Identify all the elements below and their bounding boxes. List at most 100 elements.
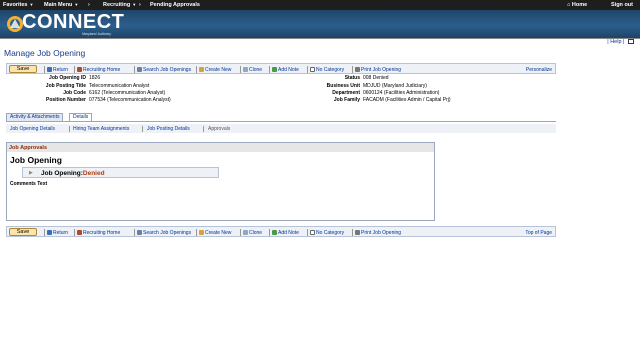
top-toolbar: Save Return Recruiting Home Search Job O… bbox=[6, 63, 556, 74]
add-note-link[interactable]: Add Note bbox=[272, 66, 299, 73]
job-code: 6162 (Telecommunication Analyst) bbox=[89, 90, 166, 96]
main-menu[interactable]: Main Menu ▼ bbox=[44, 2, 78, 8]
divider bbox=[134, 229, 135, 236]
detail-subnav: Job Opening Details Hiring Team Assignme… bbox=[6, 124, 556, 133]
clone-icon bbox=[243, 66, 248, 72]
header-banner: CONNECT Maryland Judiciary bbox=[0, 10, 640, 38]
business-unit-label: Business Unit bbox=[326, 83, 360, 89]
job-approvals-header: Job Approvals bbox=[7, 143, 434, 152]
personalize-link[interactable]: Personalize bbox=[526, 67, 552, 73]
divider bbox=[269, 229, 270, 236]
home-icon: ⌂ bbox=[567, 2, 571, 8]
create-new-link[interactable]: Create New bbox=[199, 229, 231, 236]
status-label: Status bbox=[344, 75, 360, 81]
position-number: 077534 (Telecommunication Analyst) bbox=[89, 97, 171, 103]
search-icon bbox=[137, 66, 142, 72]
no-category-link[interactable]: No Category bbox=[310, 229, 344, 236]
return-link[interactable]: Return bbox=[47, 66, 68, 73]
add-note-icon bbox=[272, 66, 277, 72]
category-icon bbox=[310, 66, 315, 72]
print-icon bbox=[355, 229, 360, 235]
banner-divider bbox=[0, 38, 640, 39]
divider bbox=[196, 229, 197, 236]
divider bbox=[44, 229, 45, 236]
breadcrumb-pending-approvals[interactable]: Pending Approvals bbox=[150, 2, 200, 8]
clone-link[interactable]: Clone bbox=[243, 66, 262, 73]
clone-icon bbox=[243, 229, 248, 235]
department-label: Department bbox=[332, 90, 360, 96]
breadcrumb-separator: › bbox=[139, 2, 141, 8]
breadcrumb-recruiting[interactable]: Recruiting ▼ bbox=[103, 2, 136, 8]
top-nav-bar: Favorites ▼ Main Menu ▼ › Recruiting ▼ › Pe… bbox=[0, 0, 640, 10]
save-button[interactable]: Save bbox=[9, 64, 37, 73]
arrow-left-icon bbox=[47, 66, 52, 72]
print-job-opening-link[interactable]: Print Job Opening bbox=[355, 66, 401, 73]
help-area: | Help | bbox=[607, 39, 634, 45]
divider bbox=[74, 229, 75, 236]
add-note-link[interactable]: Add Note bbox=[272, 229, 299, 236]
logo-tagline: Maryland Judiciary bbox=[82, 32, 112, 36]
divider bbox=[142, 125, 143, 132]
job-opening-id-label: Job Opening ID bbox=[49, 75, 86, 81]
job-code-label: Job Code bbox=[63, 90, 86, 96]
top-of-page-link[interactable]: Top of Page bbox=[525, 230, 552, 236]
job-family: FACADM (Facilities Admin / Capital Prj) bbox=[363, 97, 451, 103]
recruiting-home-link[interactable]: Recruiting Home bbox=[77, 66, 120, 73]
comments-label: Comments Text bbox=[10, 181, 48, 187]
divider bbox=[240, 229, 241, 236]
divider bbox=[134, 66, 135, 73]
subnav-hiring-team[interactable]: Hiring Team Assignments bbox=[73, 126, 129, 132]
tab-details[interactable]: Details bbox=[69, 113, 93, 121]
divider bbox=[307, 229, 308, 236]
divider bbox=[69, 125, 70, 132]
business-unit: MDJUD (Maryland Judiciary) bbox=[363, 83, 427, 89]
print-icon bbox=[355, 66, 360, 72]
divider bbox=[240, 66, 241, 73]
page-title: Manage Job Opening bbox=[4, 48, 86, 58]
help-link[interactable]: Help bbox=[610, 39, 621, 45]
department: 0600124 (Facilities Administration) bbox=[363, 90, 440, 96]
arrow-left-icon bbox=[47, 229, 52, 235]
expand-icon[interactable]: ▶ bbox=[29, 170, 33, 176]
clone-link[interactable]: Clone bbox=[243, 229, 262, 236]
divider bbox=[74, 66, 75, 73]
recruiting-home-link[interactable]: Recruiting Home bbox=[77, 229, 120, 236]
add-note-icon bbox=[272, 229, 277, 235]
divider bbox=[44, 66, 45, 73]
search-job-openings-link[interactable]: Search Job Openings bbox=[137, 229, 191, 236]
search-job-openings-link[interactable]: Search Job Openings bbox=[137, 66, 191, 73]
subnav-job-opening-details[interactable]: Job Opening Details bbox=[10, 126, 55, 132]
connect-logo: CONNECT bbox=[22, 11, 125, 33]
divider bbox=[352, 66, 353, 73]
job-opening-heading: Job Opening bbox=[10, 155, 62, 165]
print-job-opening-link[interactable]: Print Job Opening bbox=[355, 229, 401, 236]
home-link[interactable]: ⌂ Home bbox=[567, 2, 587, 8]
subnav-approvals[interactable]: Approvals bbox=[208, 126, 230, 132]
create-icon bbox=[199, 229, 204, 235]
tab-activity-attachments[interactable]: Activity & Attachments bbox=[6, 113, 64, 121]
return-link[interactable]: Return bbox=[47, 229, 68, 236]
divider bbox=[203, 125, 204, 132]
breadcrumb-separator: › bbox=[88, 2, 90, 8]
no-category-link[interactable]: No Category bbox=[310, 66, 344, 73]
status-value: 008 Denied bbox=[363, 75, 389, 81]
create-new-link[interactable]: Create New bbox=[199, 66, 231, 73]
job-opening-approval-row[interactable]: ▶ Job Opening:Denied bbox=[22, 167, 219, 178]
divider bbox=[352, 229, 353, 236]
create-icon bbox=[199, 66, 204, 72]
divider bbox=[307, 66, 308, 73]
job-approvals-panel: Job Approvals Job Opening ▶ Job Opening:… bbox=[6, 142, 435, 221]
favorites-menu[interactable]: Favorites ▼ bbox=[3, 2, 33, 8]
divider bbox=[196, 66, 197, 73]
sign-out-link[interactable]: Sign out bbox=[611, 2, 633, 8]
save-button[interactable]: Save bbox=[9, 227, 37, 236]
new-window-icon[interactable] bbox=[628, 39, 634, 45]
category-icon bbox=[310, 229, 315, 235]
home-icon bbox=[77, 66, 82, 72]
tab-divider bbox=[6, 121, 556, 122]
divider bbox=[269, 66, 270, 73]
bottom-toolbar: Save Return Recruiting Home Search Job O… bbox=[6, 226, 556, 237]
job-posting-title: Telecommunication Analyst bbox=[89, 83, 150, 89]
approval-status: Job Opening:Denied bbox=[41, 169, 105, 177]
subnav-job-posting-details[interactable]: Job Posting Details bbox=[147, 126, 190, 132]
